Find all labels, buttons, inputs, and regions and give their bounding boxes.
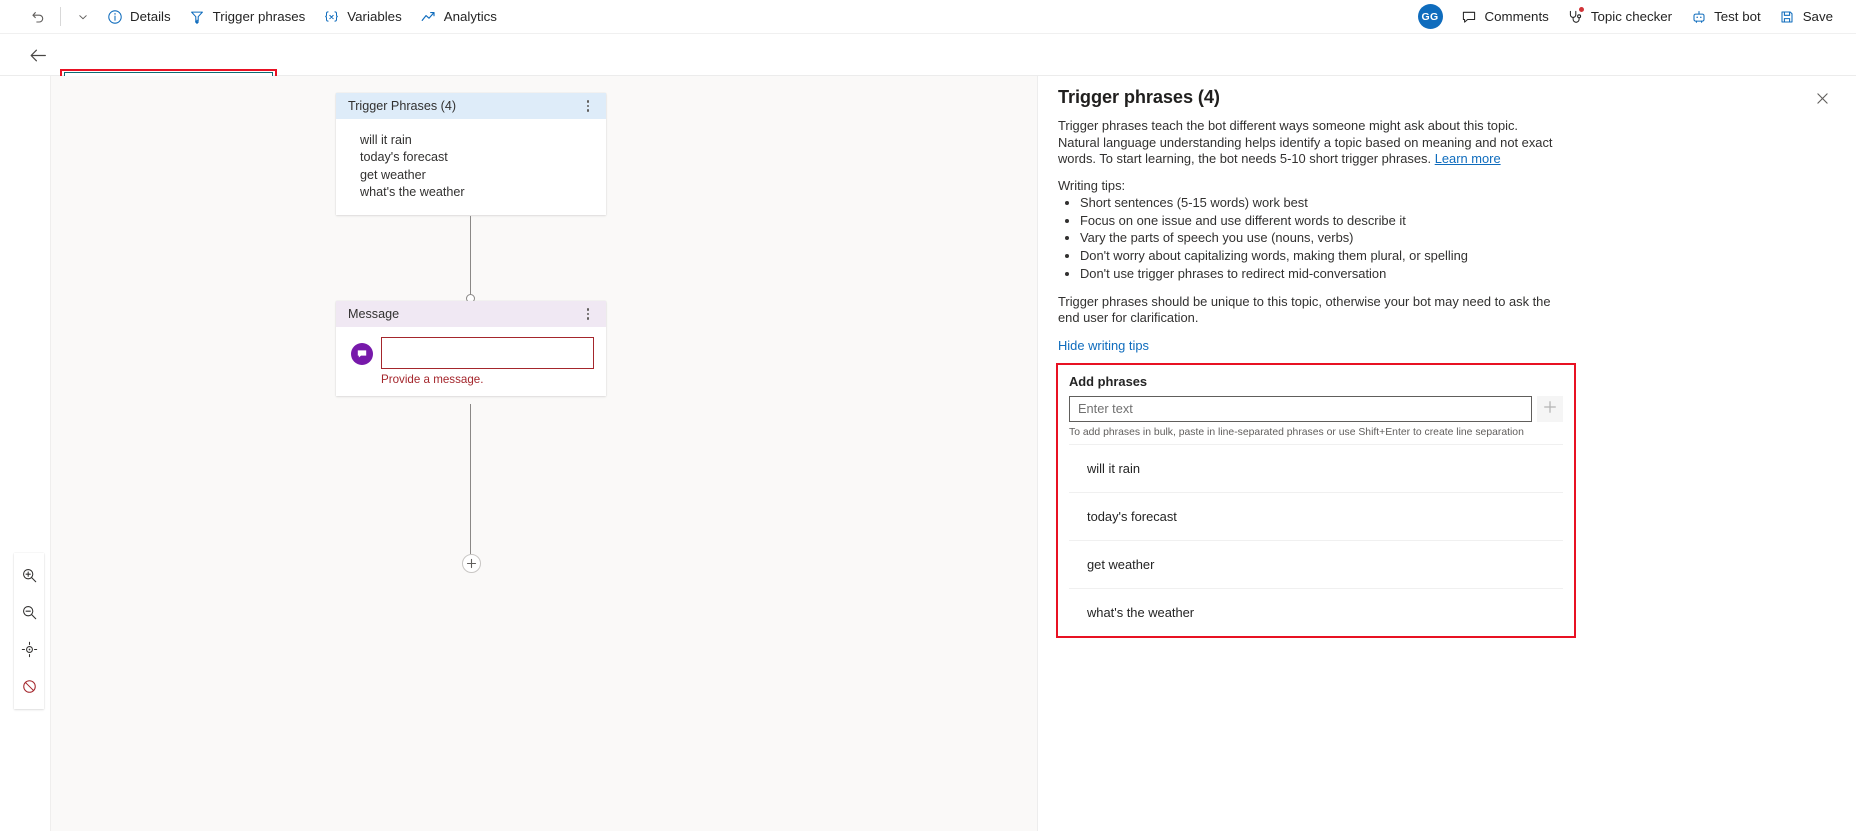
trigger-phrases-panel: Trigger phrases (4) Trigger phrases teac… <box>1037 76 1856 831</box>
trigger-phrases-node[interactable]: Trigger Phrases (4) will it rain today's… <box>336 93 606 216</box>
trigger-funnel-icon <box>189 8 206 25</box>
panel-content: Trigger phrases teach the bot different … <box>1038 118 1856 831</box>
connector-line <box>470 216 471 298</box>
analytics-label: Analytics <box>443 9 497 24</box>
panel-description-1: Trigger phrases teach the bot different … <box>1058 118 1560 168</box>
stethoscope-icon <box>1567 6 1585 25</box>
test-bot-label: Test bot <box>1714 9 1761 24</box>
learn-more-link[interactable]: Learn more <box>1435 151 1501 166</box>
phrase-text: what's the weather <box>1087 604 1195 620</box>
writing-tip-item: Vary the parts of speech you use (nouns,… <box>1080 230 1836 247</box>
authoring-canvas[interactable]: Trigger Phrases (4) will it rain today's… <box>0 76 1037 831</box>
writing-tips-list: Short sentences (5-15 words) work best F… <box>1058 195 1836 283</box>
phrase-text: today's forecast <box>1087 508 1177 524</box>
comment-bubble-icon <box>1461 8 1478 25</box>
details-label: Details <box>130 9 171 24</box>
variables-button[interactable]: Variables <box>314 3 410 31</box>
list-item[interactable]: today's forecast <box>1069 491 1563 540</box>
message-node[interactable]: Message Provide a message. <box>336 301 606 396</box>
trigger-phrase-line: get weather <box>360 167 426 182</box>
trigger-phrase-line: what's the weather <box>360 184 465 199</box>
message-node-title: Message <box>348 307 400 321</box>
writing-tip-item: Short sentences (5-15 words) work best <box>1080 195 1836 212</box>
trigger-node-header: Trigger Phrases (4) <box>336 93 606 119</box>
avatar-initials: GG <box>1421 10 1439 23</box>
variables-label: Variables <box>347 9 402 24</box>
avatar[interactable]: GG <box>1417 4 1443 29</box>
trigger-phrases-button[interactable]: Trigger phrases <box>180 3 315 31</box>
fit-to-screen-icon[interactable] <box>14 631 44 668</box>
writing-tip-item: Don't worry about capitalizing words, ma… <box>1080 248 1836 265</box>
writing-tips-label: Writing tips: <box>1058 177 1126 193</box>
canvas-zoom-controls <box>14 553 44 709</box>
command-bar: Details Trigger phrases Variables Analyt… <box>0 0 1856 34</box>
trigger-phrase-line: today's forecast <box>360 150 448 165</box>
trigger-node-body: will it rain today's forecast get weathe… <box>336 119 606 215</box>
phrase-list: will it rain today's forecast get weathe… <box>1069 443 1563 636</box>
list-item[interactable]: get weather <box>1069 539 1563 588</box>
notification-badge <box>1577 6 1585 13</box>
hide-writing-tips-link[interactable]: Hide writing tips <box>1058 338 1149 353</box>
bot-icon <box>1690 8 1707 25</box>
add-phrases-row <box>1069 395 1563 422</box>
plus-icon <box>1543 400 1557 417</box>
message-field-wrapper: Provide a message. <box>381 337 594 386</box>
comments-label: Comments <box>1484 9 1549 24</box>
undo-button[interactable] <box>22 3 53 31</box>
trigger-phrase-line: will it rain <box>360 133 412 147</box>
message-error-text: Provide a message. <box>381 373 484 386</box>
trigger-phrases-label: Trigger phrases <box>212 9 306 24</box>
add-phrases-label: Add phrases <box>1069 373 1148 389</box>
save-button[interactable]: Save <box>1770 3 1842 31</box>
comments-button[interactable]: Comments <box>1452 3 1558 31</box>
message-bubble-icon <box>351 343 373 365</box>
analytics-chart-icon <box>420 8 437 25</box>
variables-braces-icon <box>323 8 340 25</box>
toolbar-divider <box>60 7 61 26</box>
message-node-header: Message <box>336 301 606 327</box>
analytics-button[interactable]: Analytics <box>411 3 506 31</box>
add-node-button[interactable] <box>462 554 481 573</box>
panel-title: Trigger phrases (4) <box>1058 87 1220 107</box>
command-bar-right: GG Comments Topic checker Test bot Save <box>1417 0 1856 34</box>
list-item[interactable]: will it rain <box>1069 443 1563 492</box>
details-button[interactable]: Details <box>97 3 180 31</box>
more-commands-button[interactable] <box>68 3 97 31</box>
save-disk-icon <box>1779 8 1796 25</box>
save-label: Save <box>1802 9 1833 24</box>
add-phrase-button[interactable] <box>1537 395 1563 422</box>
phrase-text: get weather <box>1087 556 1155 572</box>
info-circle-icon <box>106 8 123 25</box>
add-phrases-section: Add phrases To add phrases in bulk, past… <box>1056 362 1576 638</box>
trigger-node-title: Trigger Phrases (4) <box>348 99 457 113</box>
more-vertical-icon[interactable] <box>580 97 596 115</box>
add-phrase-input[interactable] <box>1069 395 1532 422</box>
reset-errors-icon[interactable] <box>14 668 44 705</box>
topic-title-row <box>0 34 1856 97</box>
message-text-input[interactable] <box>381 337 594 369</box>
back-arrow-icon[interactable] <box>26 43 50 67</box>
topic-checker-button[interactable]: Topic checker <box>1558 3 1681 31</box>
chevron-down-icon <box>74 8 91 25</box>
canvas-left-rail <box>0 76 51 831</box>
connector-line <box>470 404 471 554</box>
command-bar-left: Details Trigger phrases Variables Analyt… <box>0 0 506 34</box>
topic-checker-label: Topic checker <box>1590 9 1673 24</box>
message-node-body: Provide a message. <box>336 327 606 396</box>
panel-description-2: Trigger phrases should be unique to this… <box>1058 293 1551 326</box>
list-item[interactable]: what's the weather <box>1069 587 1563 636</box>
add-phrases-hint: To add phrases in bulk, paste in line-se… <box>1069 426 1524 438</box>
phrase-text: will it rain <box>1087 460 1141 476</box>
zoom-out-icon[interactable] <box>14 594 44 631</box>
writing-tip-item: Don't use trigger phrases to redirect mi… <box>1080 266 1836 283</box>
undo-arrow-icon <box>29 8 46 25</box>
test-bot-button[interactable]: Test bot <box>1681 3 1770 31</box>
close-icon[interactable] <box>1810 86 1834 110</box>
more-vertical-icon[interactable] <box>580 305 596 323</box>
zoom-in-icon[interactable] <box>14 557 44 594</box>
writing-tip-item: Focus on one issue and use different wor… <box>1080 213 1836 230</box>
